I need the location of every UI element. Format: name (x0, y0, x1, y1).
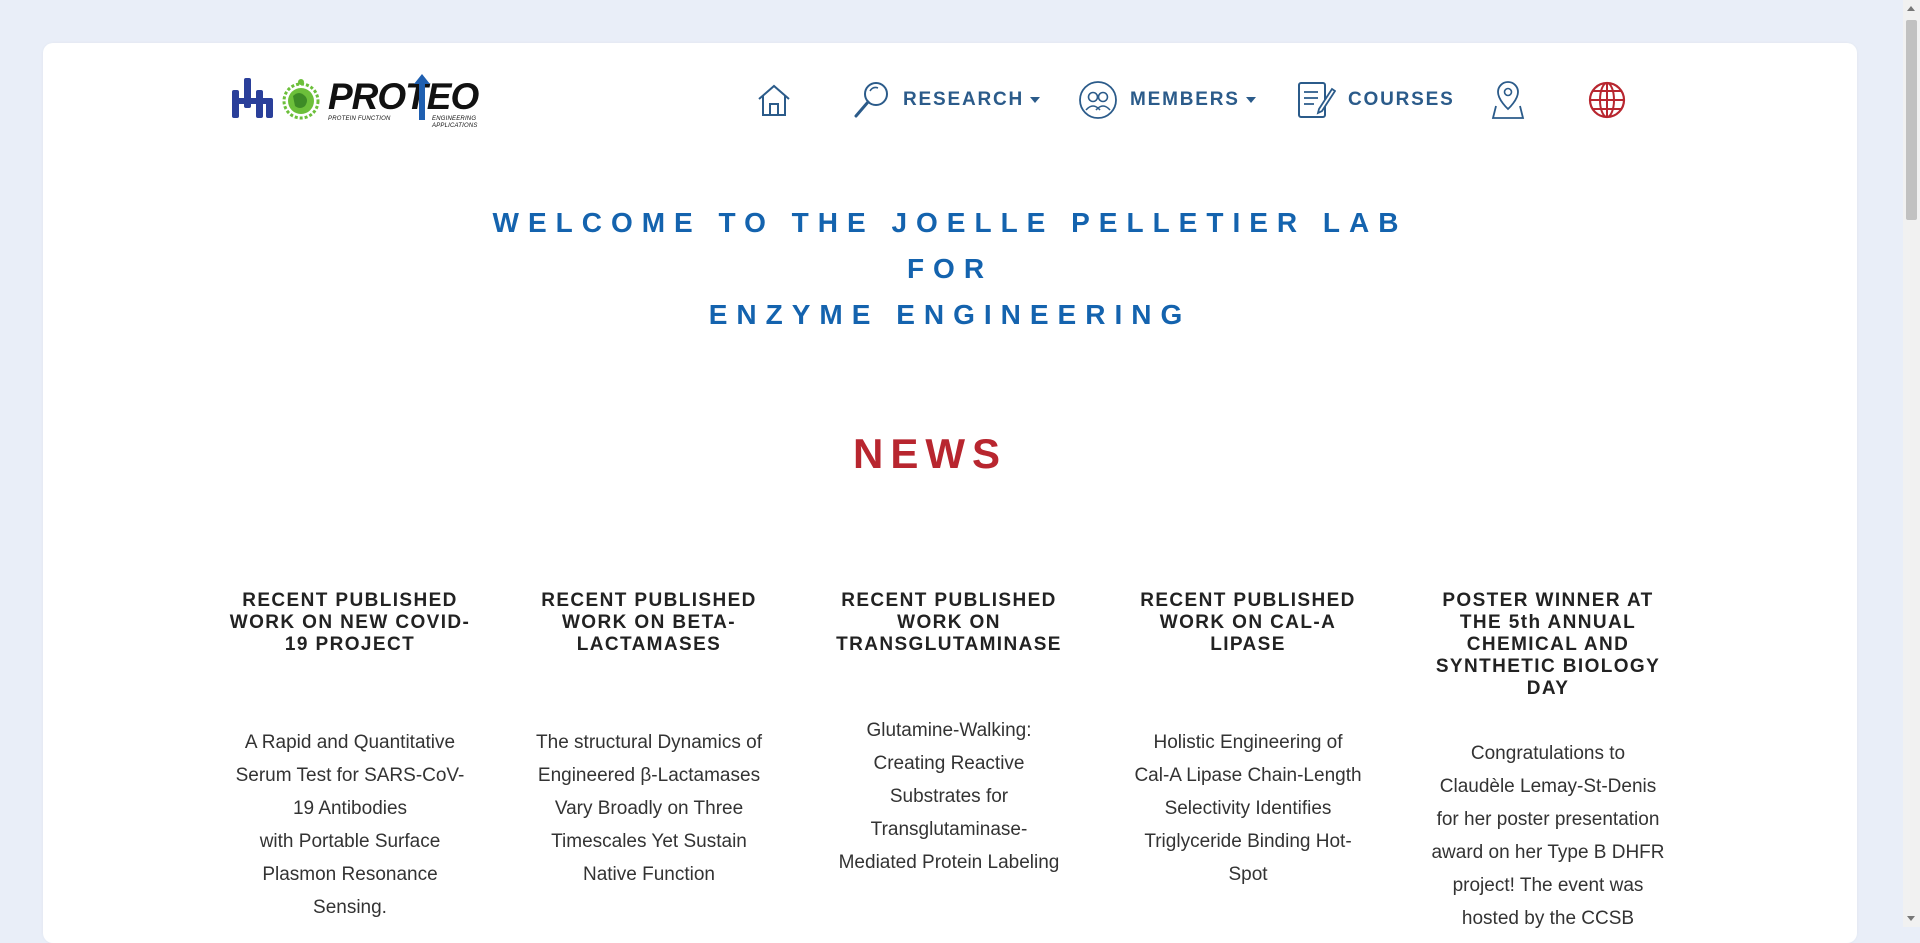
nav-research[interactable]: RESEARCH (853, 78, 1041, 122)
news-item-heading[interactable]: RECENT PUBLISHED WORK ON NEW COVID- 19 P… (225, 590, 475, 656)
body-line: Vary Broadly on Three (554, 798, 744, 819)
heading-line: RECENT PUBLISHED (242, 590, 458, 611)
heading-line: RECENT PUBLISHED (841, 590, 1057, 611)
proteo-logo[interactable]: PROTEO PROTEIN FUNCTION ENGINEERING APPL… (230, 72, 490, 129)
body-line: Congratulations to (1470, 743, 1626, 764)
heading-line: LIPASE (1210, 634, 1286, 655)
body-line: hosted by the CCSB (1461, 908, 1635, 929)
body-line: 19 Antibodies (292, 798, 408, 819)
news-item-heading[interactable]: RECENT PUBLISHED WORK ON TRANSGLUTAMINAS… (824, 590, 1074, 656)
heading-line: LACTAMASES (576, 634, 722, 655)
welcome-line-1: WELCOME TO THE JOELLE PELLETIER LAB (492, 207, 1408, 238)
chevron-down-icon (1245, 97, 1256, 103)
body-line: with Portable Surface (259, 831, 441, 852)
nav-courses[interactable]: COURSES (1296, 78, 1455, 122)
lab-mark-icon (232, 78, 273, 118)
green-globe-icon (282, 79, 320, 120)
news-title: NEWS (853, 430, 1007, 477)
nav-research-label: RESEARCH (903, 89, 1025, 110)
nav-members[interactable]: MEMBERS (1078, 78, 1256, 122)
body-line: Spot (1228, 864, 1268, 885)
body-line: Mediated Protein Labeling (838, 852, 1060, 873)
news-item-body: Holistic Engineering of Cal-A Lipase Cha… (1123, 726, 1373, 891)
scroll-down-icon[interactable] (1907, 916, 1915, 921)
map-pin-icon (1491, 81, 1525, 119)
body-line: project! The event was (1452, 875, 1644, 896)
body-line: A Rapid and Quantitative (244, 732, 456, 753)
body-line: Glutamine-Walking: (866, 720, 1032, 741)
body-line: Creating Reactive (873, 753, 1025, 774)
nav-courses-label: COURSES (1348, 89, 1455, 110)
nav-members-label: MEMBERS (1130, 89, 1240, 110)
scrollbar-thumb[interactable] (1906, 20, 1917, 220)
nav-location[interactable] (1490, 78, 1526, 122)
logo-subtitle-engineering: ENGINEERING APPLICATIONS (432, 116, 478, 129)
news-item-heading[interactable]: POSTER WINNER AT THE 5th ANNUAL CHEMICAL… (1423, 590, 1673, 700)
heading-line: RECENT PUBLISHED (1140, 590, 1356, 611)
notepad-icon (1298, 82, 1336, 118)
heading-line: RECENT PUBLISHED (541, 590, 757, 611)
heading-line: POSTER WINNER AT (1442, 590, 1654, 611)
body-line: Native Function (582, 864, 715, 885)
news-item-transglutaminase[interactable]: RECENT PUBLISHED WORK ON TRANSGLUTAMINAS… (824, 590, 1074, 873)
welcome-line-3: ENZYME ENGINEERING (708, 299, 1192, 330)
news-item-body: Glutamine-Walking: Creating Reactive Sub… (824, 714, 1074, 879)
chevron-down-icon (1030, 97, 1041, 103)
heading-line: TRANSGLUTAMINASE (836, 634, 1062, 655)
body-line: Cal-A Lipase Chain-Length (1134, 765, 1362, 786)
news-item-heading[interactable]: RECENT PUBLISHED WORK ON BETA- LACTAMASE… (524, 590, 774, 656)
heading-line: SYNTHETIC BIOLOGY (1435, 656, 1661, 677)
body-line: award on her Type B DHFR (1431, 842, 1665, 863)
body-line: for her poster presentation (1436, 809, 1660, 830)
body-line: Transglutaminase- (870, 819, 1028, 840)
news-item-body: Congratulations to Claudèle Lemay-St-Den… (1423, 737, 1673, 935)
body-line: Sensing. (313, 897, 387, 918)
body-line: Selectivity Identifies (1164, 798, 1332, 819)
body-line: Engineered β-Lactamases (537, 765, 761, 786)
heading-line: WORK ON NEW COVID- (229, 612, 471, 633)
news-item-beta-lactamases[interactable]: RECENT PUBLISHED WORK ON BETA- LACTAMASE… (524, 590, 774, 885)
logo-text: PROTEO (328, 76, 479, 117)
heading-line: WORK ON BETA- (561, 612, 737, 633)
heading-line: 19 PROJECT (284, 634, 416, 655)
magnifier-icon (854, 82, 888, 118)
heading-line: CHEMICAL AND (1466, 634, 1630, 655)
people-icon (1079, 81, 1117, 119)
body-line: Claudèle Lemay-St-Denis (1439, 776, 1657, 797)
body-line: Triglyceride Binding Hot- (1144, 831, 1352, 852)
body-line: Holistic Engineering of (1153, 732, 1343, 753)
body-line: Plasmon Resonance (262, 864, 438, 885)
welcome-heading: WELCOME TO THE JOELLE PELLETIER LAB FOR … (420, 200, 1480, 338)
news-item-body: A Rapid and Quantitative Serum Test for … (225, 726, 475, 924)
body-line: Serum Test for SARS-CoV- (235, 765, 465, 786)
heading-line: WORK ON (897, 612, 1001, 633)
body-line: Timescales Yet Sustain (551, 831, 747, 852)
logo-arrow-icon (414, 74, 430, 120)
body-line: The structural Dynamics of (536, 732, 762, 753)
page-scrollbar[interactable] (1903, 0, 1920, 927)
news-item-body: The structural Dynamics of Engineered β-… (524, 726, 774, 891)
body-line: Substrates for (889, 786, 1009, 807)
heading-line: DAY (1526, 678, 1570, 699)
heading-line: THE 5th ANNUAL (1459, 612, 1637, 633)
news-item-cal-a-lipase[interactable]: RECENT PUBLISHED WORK ON CAL-A LIPASE Ho… (1123, 590, 1373, 885)
news-item-poster-winner[interactable]: POSTER WINNER AT THE 5th ANNUAL CHEMICAL… (1423, 590, 1673, 929)
scroll-up-icon[interactable] (1907, 6, 1915, 11)
news-item-covid[interactable]: RECENT PUBLISHED WORK ON NEW COVID- 19 P… (225, 590, 475, 918)
home-icon (758, 84, 790, 116)
nav-home[interactable] (755, 78, 793, 122)
nav-language[interactable] (1587, 78, 1627, 122)
heading-line: WORK ON CAL-A (1159, 612, 1337, 633)
logo-subtitle-protein: PROTEIN FUNCTION (328, 116, 391, 122)
globe-icon (1588, 81, 1626, 119)
news-item-heading[interactable]: RECENT PUBLISHED WORK ON CAL-A LIPASE (1123, 590, 1373, 656)
welcome-line-2: FOR (906, 253, 994, 284)
